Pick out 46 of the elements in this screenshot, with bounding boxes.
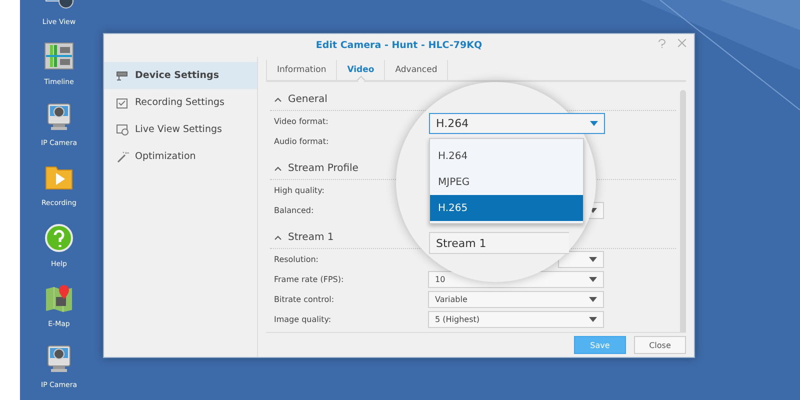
section-title: Stream 1 [429,232,569,254]
scrollbar[interactable] [680,90,686,332]
caret-icon [589,256,597,262]
select-field[interactable]: Variable [428,290,604,308]
chevron-up-icon[interactable] [274,96,282,102]
chevron-up-icon[interactable] [274,234,282,240]
field-label: High quality: [274,186,326,194]
timeline-icon[interactable] [44,41,74,72]
section-title: Stream 1 [288,232,334,242]
section-title: Stream Profile [288,162,358,174]
select-field[interactable]: H.264 [429,113,605,134]
tab[interactable]: Information [266,60,338,80]
sidebar-item[interactable]: Live View Settings [104,116,257,143]
select-field[interactable]: 5 (Highest) [428,310,604,328]
caret-icon [589,316,597,322]
field-label: Balanced: [274,206,315,214]
window-title: Edit Camera - Hunt - HLC-79KQ [316,40,482,51]
tab[interactable]: Advanced [385,60,448,80]
caret-icon [590,121,598,126]
dropdown-option[interactable]: MJPEG [430,169,583,195]
sidebar-label: Recording Settings [135,97,224,108]
magic-wand-icon [116,150,129,162]
calendar-check-icon [116,96,129,108]
field-label: Resolution: [274,254,320,264]
caret-icon [589,296,597,302]
sidebar-label: Device Settings [135,70,220,81]
field-label: Frame rate (FPS): [274,274,345,284]
sidebar-item[interactable]: Optimization [104,143,257,170]
dropdown-option[interactable]: H.264 [430,143,583,169]
close-button[interactable]: Close [634,336,686,354]
section-title: General [288,94,328,104]
field-label: Bitrate control: [274,294,336,304]
monitor-icon [116,124,129,136]
chevron-up-icon[interactable] [274,166,282,170]
field-label: Video format: [274,116,330,126]
map-icon[interactable] [44,283,74,314]
select-field[interactable] [558,250,604,268]
sidebar-label: Live View Settings [135,124,222,135]
sidebar-label: Optimization [135,151,196,162]
field-label: Audio format: [274,136,330,146]
sidebar-item[interactable]: Device Settings [104,62,257,89]
sidebar-item[interactable]: Recording Settings [104,89,257,116]
tab[interactable]: Video [337,60,386,80]
caret-icon [589,276,597,282]
dropdown-option[interactable]: H.265 [430,195,583,221]
field-label: Image quality: [274,314,332,324]
